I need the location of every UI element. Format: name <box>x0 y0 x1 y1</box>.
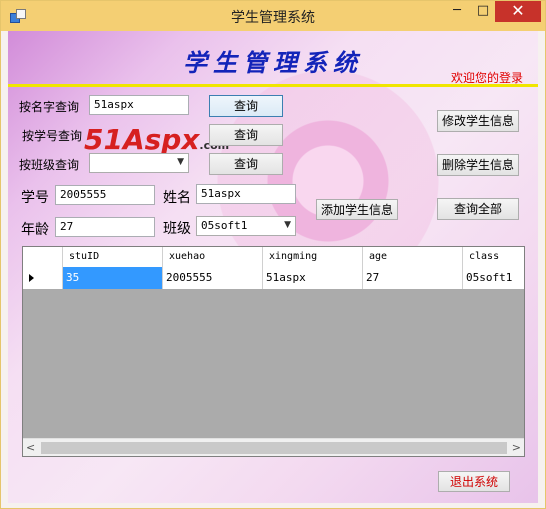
close-button[interactable]: ✕ <box>495 1 541 22</box>
column-header-xingming[interactable]: xingming <box>263 247 363 267</box>
column-header-stuid[interactable]: stuID <box>63 247 163 267</box>
header-divider <box>8 84 538 87</box>
class-field-select[interactable]: 05soft1 ▼ <box>196 216 296 236</box>
row-indicator[interactable] <box>23 267 63 289</box>
scroll-right-icon[interactable]: > <box>512 441 521 454</box>
cell-age[interactable]: 27 <box>363 267 463 289</box>
app-window: 学生管理系统 ─ □ ✕ 学生管理系统 欢迎您的登录 按名字查询 51aspx … <box>0 0 546 509</box>
name-field[interactable]: 51aspx <box>196 184 296 204</box>
chevron-down-icon: ▼ <box>284 220 291 230</box>
modify-student-button[interactable]: 修改学生信息 <box>437 110 519 132</box>
student-grid[interactable]: stuID xuehao xingming age class 35 20055… <box>22 246 525 457</box>
class-label: 班级 <box>163 221 191 237</box>
search-name-input[interactable]: 51aspx <box>89 95 189 115</box>
search-by-id-label: 按学号查询 <box>22 129 83 143</box>
search-by-name-label: 按名字查询 <box>19 100 80 114</box>
age-field[interactable]: 27 <box>55 217 155 237</box>
cell-class[interactable]: 05soft1 <box>463 267 524 289</box>
cell-xuehao[interactable]: 2005555 <box>163 267 263 289</box>
title-bar: 学生管理系统 ─ □ ✕ <box>1 1 545 31</box>
query-by-class-button[interactable]: 查询 <box>209 153 283 175</box>
name-label: 姓名 <box>163 190 191 206</box>
column-header-class[interactable]: class <box>463 247 524 267</box>
search-by-class-label: 按班级查询 <box>19 158 80 172</box>
age-label: 年龄 <box>21 222 49 238</box>
query-by-id-button[interactable]: 查询 <box>209 124 283 146</box>
grid-empty-area <box>23 289 524 439</box>
cell-stuid[interactable]: 35 <box>63 267 163 289</box>
class-select[interactable]: ▼ <box>89 153 189 173</box>
row-header-corner <box>23 247 63 267</box>
client-area: 学生管理系统 欢迎您的登录 按名字查询 51aspx 查询 按学号查询 51As… <box>8 31 538 503</box>
chevron-down-icon: ▼ <box>177 157 184 167</box>
table-row[interactable]: 35 2005555 51aspx 27 05soft1 <box>23 267 524 290</box>
cell-xingming[interactable]: 51aspx <box>263 267 363 289</box>
delete-student-button[interactable]: 删除学生信息 <box>437 154 519 176</box>
maximize-button[interactable]: □ <box>470 1 496 22</box>
query-by-name-button[interactable]: 查询 <box>209 95 283 117</box>
column-header-xuehao[interactable]: xuehao <box>163 247 263 267</box>
id-field[interactable]: 2005555 <box>55 185 155 205</box>
exit-button[interactable]: 退出系统 <box>438 471 510 492</box>
query-all-button[interactable]: 查询全部 <box>437 198 519 220</box>
minimize-button[interactable]: ─ <box>444 1 470 22</box>
add-student-button[interactable]: 添加学生信息 <box>316 199 398 220</box>
column-header-age[interactable]: age <box>363 247 463 267</box>
current-row-arrow-icon <box>29 274 34 282</box>
watermark-logo: 51Aspx.com <box>84 123 229 156</box>
scroll-left-icon[interactable]: < <box>26 441 35 454</box>
grid-header: stuID xuehao xingming age class <box>23 247 524 268</box>
id-label: 学号 <box>21 190 49 206</box>
